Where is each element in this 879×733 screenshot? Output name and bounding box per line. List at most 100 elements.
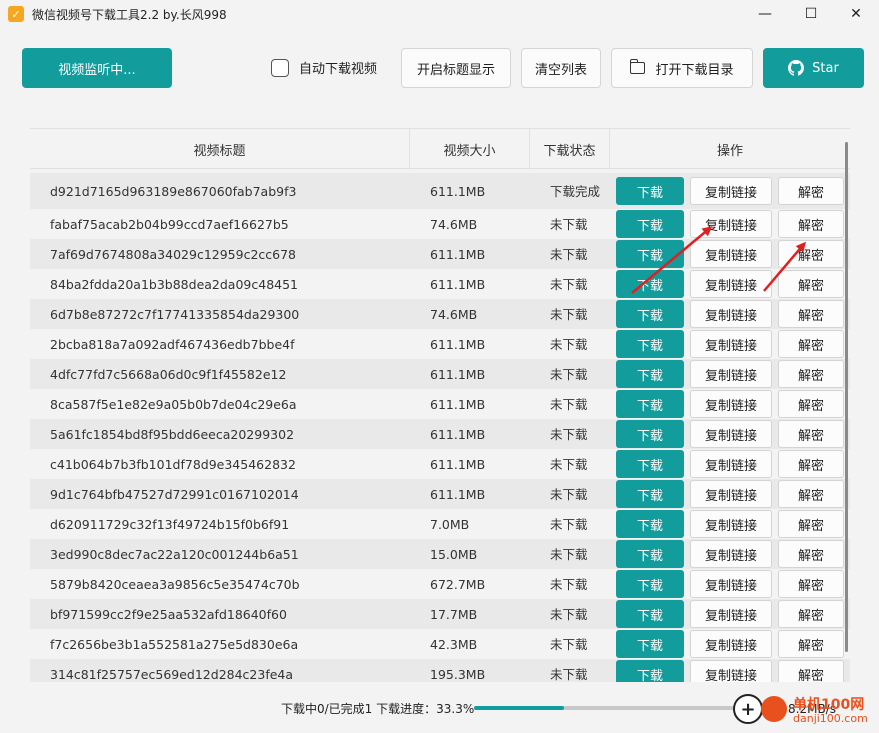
download-button[interactable]: 下载 bbox=[616, 540, 684, 568]
copy-link-button[interactable]: 复制链接 bbox=[690, 177, 772, 205]
cell-status: 未下载 bbox=[550, 306, 588, 322]
decrypt-button[interactable]: 解密 bbox=[778, 270, 844, 298]
copy-link-button[interactable]: 复制链接 bbox=[690, 630, 772, 658]
download-button[interactable]: 下载 bbox=[616, 480, 684, 508]
copy-link-button[interactable]: 复制链接 bbox=[690, 330, 772, 358]
cell-size: 672.7MB bbox=[430, 576, 486, 592]
download-button[interactable]: 下载 bbox=[616, 177, 684, 205]
copy-link-button[interactable]: 复制链接 bbox=[690, 600, 772, 628]
copy-link-button[interactable]: 复制链接 bbox=[690, 540, 772, 568]
table-row[interactable]: f7c2656be3b1a552581a275e5d830e6a 42.3MB 未下… bbox=[30, 629, 850, 659]
decrypt-button[interactable]: 解密 bbox=[778, 420, 844, 448]
decrypt-button[interactable]: 解密 bbox=[778, 510, 844, 538]
table-row[interactable]: fabaf75acab2b04b99ccd7aef16627b5 74.6MB 未下… bbox=[30, 209, 850, 239]
cell-title: d921d7165d963189e867060fab7ab9f3 bbox=[50, 183, 297, 199]
cell-status: 未下载 bbox=[550, 246, 588, 262]
download-button[interactable]: 下载 bbox=[616, 390, 684, 418]
download-button[interactable]: 下载 bbox=[616, 210, 684, 238]
download-button[interactable]: 下载 bbox=[616, 660, 684, 682]
download-button[interactable]: 下载 bbox=[616, 600, 684, 628]
table-row[interactable]: 2bcba818a7a092adf467436edb7bbe4f 611.1MB 未… bbox=[30, 329, 850, 359]
cell-status: 未下载 bbox=[550, 516, 588, 532]
download-button[interactable]: 下载 bbox=[616, 300, 684, 328]
decrypt-button[interactable]: 解密 bbox=[778, 390, 844, 418]
copy-link-button[interactable]: 复制链接 bbox=[690, 240, 772, 268]
decrypt-button[interactable]: 解密 bbox=[778, 360, 844, 388]
table-row[interactable]: 8ca587f5e1e82e9a05b0b7de04c29e6a 611.1MB 未… bbox=[30, 389, 850, 419]
minimize-button[interactable]: — bbox=[742, 0, 788, 28]
clear-list-button[interactable]: 清空列表 bbox=[521, 48, 601, 88]
download-button[interactable]: 下载 bbox=[616, 330, 684, 358]
cell-size: 611.1MB bbox=[430, 183, 486, 199]
header-size[interactable]: 视频大小 bbox=[410, 129, 530, 169]
table-row[interactable]: 84ba2fdda20a1b3b88dea2da09c48451 611.1MB 未… bbox=[30, 269, 850, 299]
cell-size: 7.0MB bbox=[430, 516, 470, 532]
cell-size: 42.3MB bbox=[430, 636, 478, 652]
download-button[interactable]: 下载 bbox=[616, 360, 684, 388]
table-row[interactable]: 7af69d7674808a34029c12959c2cc678 611.1MB 未… bbox=[30, 239, 850, 269]
decrypt-button[interactable]: 解密 bbox=[778, 330, 844, 358]
monitor-button[interactable]: 视频监听中... bbox=[22, 48, 172, 88]
table-row[interactable]: 4dfc77fd7c5668a06d0c9f1f45582e12 611.1MB 未… bbox=[30, 359, 850, 389]
copy-link-button[interactable]: 复制链接 bbox=[690, 270, 772, 298]
cell-title: bf971599cc2f9e25aa532afd18640f60 bbox=[50, 606, 287, 622]
decrypt-button[interactable]: 解密 bbox=[778, 240, 844, 268]
cell-ops: 下载 复制链接 解密 bbox=[610, 570, 850, 598]
cell-size: 611.1MB bbox=[430, 366, 486, 382]
github-star-button[interactable]: Star bbox=[763, 48, 864, 88]
decrypt-button[interactable]: 解密 bbox=[778, 630, 844, 658]
copy-link-button[interactable]: 复制链接 bbox=[690, 570, 772, 598]
table-row[interactable]: d921d7165d963189e867060fab7ab9f3 611.1MB 下… bbox=[30, 173, 850, 209]
download-button[interactable]: 下载 bbox=[616, 630, 684, 658]
header-ops[interactable]: 操作 bbox=[610, 129, 850, 169]
copy-link-button[interactable]: 复制链接 bbox=[690, 450, 772, 478]
table-row[interactable]: d620911729c32f13f49724b15f0b6f91 7.0MB 未下载… bbox=[30, 509, 850, 539]
copy-link-button[interactable]: 复制链接 bbox=[690, 360, 772, 388]
checkbox-box[interactable] bbox=[271, 58, 289, 77]
table-row[interactable]: 5879b8420ceaea3a9856c5e35474c70b 672.7MB 未… bbox=[30, 569, 850, 599]
download-button[interactable]: 下载 bbox=[616, 510, 684, 538]
table-row[interactable]: 9d1c764bfb47527d72991c0167102014 611.1MB 未… bbox=[30, 479, 850, 509]
copy-link-button[interactable]: 复制链接 bbox=[690, 390, 772, 418]
download-button[interactable]: 下载 bbox=[616, 570, 684, 598]
decrypt-button[interactable]: 解密 bbox=[778, 540, 844, 568]
decrypt-button[interactable]: 解密 bbox=[778, 450, 844, 478]
decrypt-button[interactable]: 解密 bbox=[778, 570, 844, 598]
copy-link-button[interactable]: 复制链接 bbox=[690, 210, 772, 238]
header-title[interactable]: 视频标题 bbox=[30, 129, 410, 169]
title-display-button[interactable]: 开启标题显示 bbox=[401, 48, 511, 88]
auto-download-checkbox[interactable]: 自动下载视频 bbox=[271, 58, 377, 77]
table-row[interactable]: bf971599cc2f9e25aa532afd18640f60 17.7MB 未下… bbox=[30, 599, 850, 629]
table-row[interactable]: 3ed990c8dec7ac22a120c001244b6a51 15.0MB 未下… bbox=[30, 539, 850, 569]
decrypt-button[interactable]: 解密 bbox=[778, 177, 844, 205]
open-download-dir-button[interactable]: 打开下载目录 bbox=[611, 48, 753, 88]
download-button[interactable]: 下载 bbox=[616, 240, 684, 268]
decrypt-button[interactable]: 解密 bbox=[778, 600, 844, 628]
copy-link-button[interactable]: 复制链接 bbox=[690, 420, 772, 448]
table-scrollbar[interactable] bbox=[845, 142, 848, 652]
table-row[interactable]: c41b064b7b3fb101df78d9e345462832 611.1MB 未… bbox=[30, 449, 850, 479]
decrypt-button[interactable]: 解密 bbox=[778, 480, 844, 508]
watermark-logo-icon bbox=[761, 696, 787, 722]
cell-title: 9d1c764bfb47527d72991c0167102014 bbox=[50, 486, 299, 502]
copy-link-button[interactable]: 复制链接 bbox=[690, 480, 772, 508]
maximize-button[interactable]: ☐ bbox=[788, 0, 834, 28]
table-row[interactable]: 6d7b8e87272c7f17741335854da29300 74.6MB 未下… bbox=[30, 299, 850, 329]
download-button[interactable]: 下载 bbox=[616, 450, 684, 478]
decrypt-button[interactable]: 解密 bbox=[778, 210, 844, 238]
site-watermark: + 单机100网 danji100.com bbox=[733, 668, 879, 730]
download-button[interactable]: 下载 bbox=[616, 270, 684, 298]
cell-title: 5879b8420ceaea3a9856c5e35474c70b bbox=[50, 576, 300, 592]
copy-link-button[interactable]: 复制链接 bbox=[690, 510, 772, 538]
app-logo-icon: ✓ bbox=[8, 6, 24, 22]
table-row[interactable]: 314c81f25757ec569ed12d284c23fe4a 195.3MB 未… bbox=[30, 659, 850, 682]
table-row[interactable]: 5a61fc1854bd8f95bdd6eeca20299302 611.1MB 未… bbox=[30, 419, 850, 449]
decrypt-button[interactable]: 解密 bbox=[778, 300, 844, 328]
cell-ops: 下载 复制链接 解密 bbox=[610, 510, 850, 538]
close-button[interactable]: ✕ bbox=[833, 0, 879, 28]
cell-status: 未下载 bbox=[550, 636, 588, 652]
copy-link-button[interactable]: 复制链接 bbox=[690, 300, 772, 328]
download-button[interactable]: 下载 bbox=[616, 420, 684, 448]
header-status[interactable]: 下载状态 bbox=[530, 129, 610, 169]
video-table: 视频标题 视频大小 下载状态 操作 d921d7165d963189e86706… bbox=[30, 128, 850, 682]
